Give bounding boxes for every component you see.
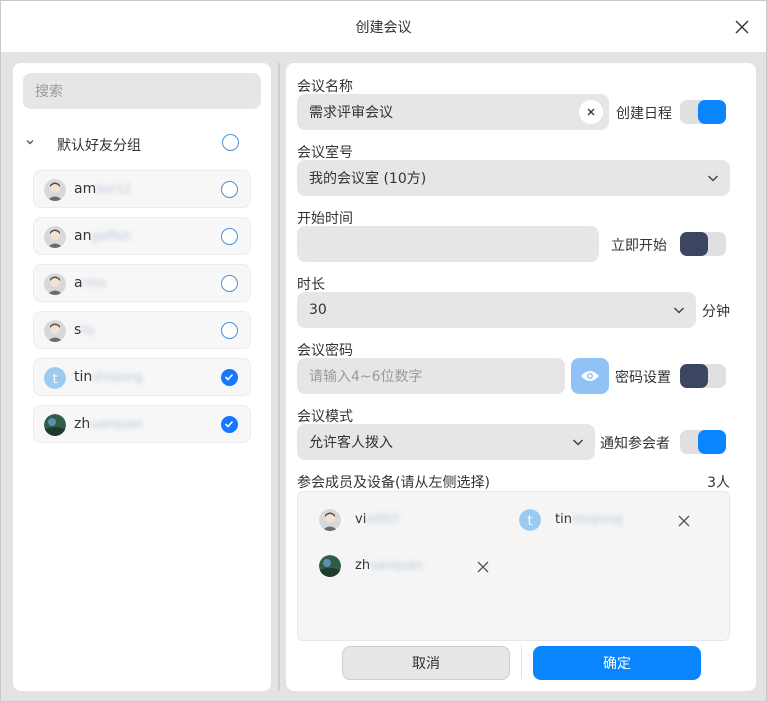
members-count: 3人 <box>707 475 730 491</box>
member-name: tinshiqiong <box>555 512 623 527</box>
contact-select-radio[interactable] <box>221 228 238 245</box>
clear-button[interactable] <box>579 100 603 124</box>
avatar <box>319 509 341 531</box>
members-list: viki007 t tinshiqiong zhuanquan <box>297 491 730 641</box>
meeting-name-value: 需求评审会议 <box>309 105 393 121</box>
cancel-button[interactable]: 取消 <box>342 646 510 680</box>
start-time-label: 开始时间 <box>297 211 353 227</box>
password-placeholder: 请输入4~6位数字 <box>309 369 423 385</box>
contact-name: sily <box>74 322 96 338</box>
contact-name: angelfish <box>74 228 132 244</box>
checkmark-icon <box>224 420 234 428</box>
meeting-mode-select[interactable]: 允许客人拨入 <box>297 424 595 460</box>
group-select-radio[interactable] <box>222 134 239 151</box>
duration-value: 30 <box>309 302 327 318</box>
chevron-down-icon <box>673 307 685 314</box>
toggle-knob <box>698 430 726 454</box>
remove-member-icon[interactable] <box>476 560 490 574</box>
duration-unit: 分钟 <box>702 304 730 320</box>
avatar <box>44 179 66 201</box>
eye-icon <box>581 371 599 381</box>
svg-text:t: t <box>527 514 532 529</box>
contact-item[interactable]: anita <box>33 264 251 302</box>
close-button[interactable] <box>728 13 756 41</box>
create-schedule-toggle[interactable] <box>680 100 726 124</box>
contact-name: anita <box>74 275 106 291</box>
avatar: t <box>44 367 66 389</box>
create-meeting-dialog: 创建会议 搜索 默认好友分组 amber12 angelfish anita s… <box>0 0 767 702</box>
meeting-room-select[interactable]: 我的会议室 (10方) <box>297 160 730 196</box>
contact-select-radio[interactable] <box>221 181 238 198</box>
contact-item[interactable]: zhuanquan <box>33 405 251 443</box>
meeting-mode-value: 允许客人拨入 <box>309 435 393 451</box>
show-password-button[interactable] <box>571 358 609 394</box>
meeting-mode-label: 会议模式 <box>297 409 353 425</box>
meeting-name-label: 会议名称 <box>297 79 353 95</box>
contact-select-radio[interactable] <box>221 275 238 292</box>
start-time-input[interactable] <box>297 226 599 262</box>
chevron-down-icon[interactable] <box>25 137 35 147</box>
contact-select-radio[interactable] <box>221 369 238 386</box>
notify-participants-toggle[interactable] <box>680 430 726 454</box>
member-name: zhuanquan <box>355 558 423 573</box>
avatar <box>44 226 66 248</box>
meeting-form-panel: 会议名称 需求评审会议 创建日程 会议室号 我的会议室 (10方) 开始时间 立… <box>286 63 756 691</box>
member-name: viki007 <box>355 512 400 527</box>
avatar <box>44 320 66 342</box>
clear-icon <box>587 108 595 116</box>
title-bar: 创建会议 <box>1 1 766 53</box>
password-setting-toggle[interactable] <box>680 364 726 388</box>
contact-name: zhuanquan <box>74 416 143 432</box>
password-input[interactable]: 请输入4~6位数字 <box>297 358 565 394</box>
contact-name: amber12 <box>74 181 132 197</box>
contact-name: tinshiqiong <box>74 369 143 385</box>
contact-item[interactable]: angelfish <box>33 217 251 255</box>
avatar <box>44 273 66 295</box>
panel-splitter[interactable] <box>278 63 280 691</box>
svg-text:t: t <box>52 372 57 387</box>
checkmark-icon <box>224 373 234 381</box>
chevron-down-icon <box>707 175 719 182</box>
avatar <box>44 414 66 436</box>
group-row[interactable]: 默认好友分组 <box>13 129 271 159</box>
remove-member-icon[interactable] <box>677 514 691 528</box>
create-schedule-label: 创建日程 <box>616 106 672 122</box>
group-label: 默认好友分组 <box>57 138 141 154</box>
search-input[interactable]: 搜索 <box>23 73 261 109</box>
notify-participants-label: 通知参会者 <box>600 436 670 452</box>
avatar: t <box>519 509 541 531</box>
confirm-button[interactable]: 确定 <box>533 646 701 680</box>
contacts-panel: 搜索 默认好友分组 amber12 angelfish anita sily t… <box>13 63 271 691</box>
meeting-room-value: 我的会议室 (10方) <box>309 171 427 187</box>
members-label: 参会成员及设备(请从左侧选择) <box>297 475 490 491</box>
duration-select[interactable]: 30 <box>297 292 696 328</box>
meeting-name-input[interactable]: 需求评审会议 <box>297 94 609 130</box>
password-label: 会议密码 <box>297 343 353 359</box>
start-now-toggle[interactable] <box>680 232 726 256</box>
contact-item[interactable]: sily <box>33 311 251 349</box>
toggle-knob <box>680 364 708 388</box>
contact-select-radio[interactable] <box>221 416 238 433</box>
password-setting-label: 密码设置 <box>615 370 671 386</box>
dialog-title: 创建会议 <box>355 20 412 36</box>
toggle-knob <box>680 232 708 256</box>
start-now-label: 立即开始 <box>611 238 667 254</box>
contact-select-radio[interactable] <box>221 322 238 339</box>
footer-divider <box>521 645 522 679</box>
chevron-down-icon <box>572 439 584 446</box>
contact-item[interactable]: t tinshiqiong <box>33 358 251 396</box>
contact-item[interactable]: amber12 <box>33 170 251 208</box>
avatar <box>319 555 341 577</box>
meeting-room-label: 会议室号 <box>297 145 353 161</box>
close-icon <box>735 20 749 34</box>
search-placeholder: 搜索 <box>35 84 63 100</box>
duration-label: 时长 <box>297 277 325 293</box>
toggle-knob <box>698 100 726 124</box>
